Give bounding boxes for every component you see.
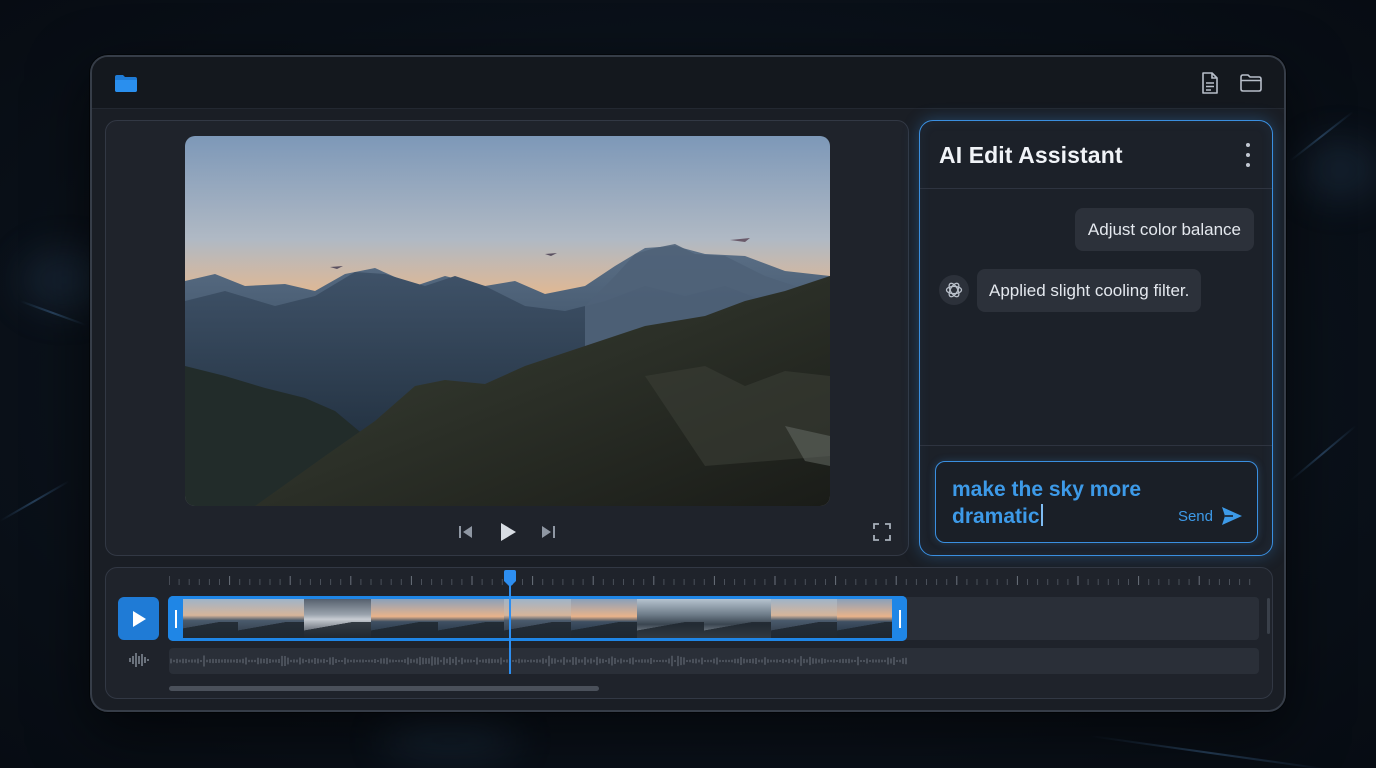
assistant-title: AI Edit Assistant	[939, 142, 1123, 168]
clip-thumbnail	[570, 599, 638, 638]
skip-forward-icon	[542, 526, 555, 538]
clip-thumbnail	[237, 599, 305, 638]
background-streak	[1089, 735, 1328, 768]
chat-input-text: make the sky more dramatic	[952, 476, 1167, 530]
thumbnail-ridge	[370, 622, 438, 638]
background-streak	[1289, 424, 1357, 482]
skip-back-icon	[459, 526, 472, 538]
thumbnail-ridge	[637, 622, 705, 638]
fullscreen-icon	[873, 523, 891, 541]
playhead[interactable]	[509, 580, 511, 674]
clip-thumbnail	[770, 599, 838, 638]
clip-thumbnail	[704, 599, 771, 638]
chat-input[interactable]: make the sky more dramatic Send	[935, 461, 1258, 543]
clip-thumbnails	[171, 599, 904, 638]
send-icon	[1222, 507, 1242, 525]
send-button[interactable]: Send	[1178, 506, 1243, 526]
thumbnail-ridge	[770, 622, 838, 638]
clip-thumbnail	[637, 599, 705, 638]
ai-logo-icon	[945, 282, 963, 298]
skip-forward-button[interactable]	[534, 518, 562, 546]
playhead-handle[interactable]	[503, 570, 517, 588]
folder-outline-icon[interactable]	[1238, 71, 1264, 95]
ai-assistant-panel: AI Edit Assistant Adjust color balance A…	[919, 120, 1273, 556]
background-blur	[380, 720, 520, 760]
thumbnail-ridge	[237, 622, 305, 638]
chat-input-value: make the sky more dramatic	[952, 478, 1142, 528]
audio-waveform-icon	[129, 653, 149, 667]
clip-thumbnail	[504, 599, 571, 638]
thumbnail-ridge	[504, 622, 571, 638]
video-clip[interactable]	[168, 596, 907, 641]
thumbnail-ridge	[304, 622, 371, 638]
document-icon[interactable]	[1197, 71, 1223, 95]
send-label: Send	[1177, 507, 1213, 525]
fullscreen-button[interactable]	[868, 518, 896, 546]
clip-thumbnail	[437, 599, 505, 638]
folder-icon[interactable]	[113, 71, 139, 95]
thumbnail-ridge	[437, 622, 505, 638]
video-preview-panel	[105, 120, 909, 556]
assistant-avatar	[939, 275, 969, 305]
clip-thumbnail	[370, 599, 438, 638]
clip-trim-handle-left[interactable]	[168, 596, 183, 641]
video-preview[interactable]	[185, 136, 830, 506]
play-icon	[501, 523, 516, 541]
more-options-icon[interactable]	[1244, 143, 1252, 167]
thumbnail-ridge	[704, 622, 771, 638]
text-caret	[1040, 504, 1043, 526]
play-button[interactable]	[494, 518, 522, 546]
clip-trim-handle-right[interactable]	[892, 596, 907, 641]
clip-thumbnail	[304, 599, 371, 638]
play-icon	[132, 610, 146, 627]
assistant-input-area: make the sky more dramatic Send	[920, 445, 1272, 555]
timeline-panel	[105, 567, 1273, 699]
title-bar	[92, 57, 1284, 109]
track-scrollbar[interactable]	[1267, 598, 1270, 634]
timeline-play-button[interactable]	[118, 597, 159, 640]
background-blur	[1300, 140, 1376, 200]
audio-waveform	[170, 655, 907, 667]
thumbnail-ridge	[570, 622, 638, 638]
assistant-header: AI Edit Assistant	[920, 121, 1272, 189]
timeline-scrollbar[interactable]	[169, 686, 599, 691]
background-streak	[0, 480, 70, 522]
assistant-message: Applied slight cooling filter.	[977, 269, 1202, 312]
timeline-ruler[interactable]	[169, 572, 1259, 586]
user-message: Adjust color balance	[1074, 208, 1254, 251]
audio-track[interactable]	[169, 648, 1259, 674]
skip-back-button[interactable]	[452, 518, 480, 546]
editor-window: AI Edit Assistant Adjust color balance A…	[90, 55, 1286, 712]
